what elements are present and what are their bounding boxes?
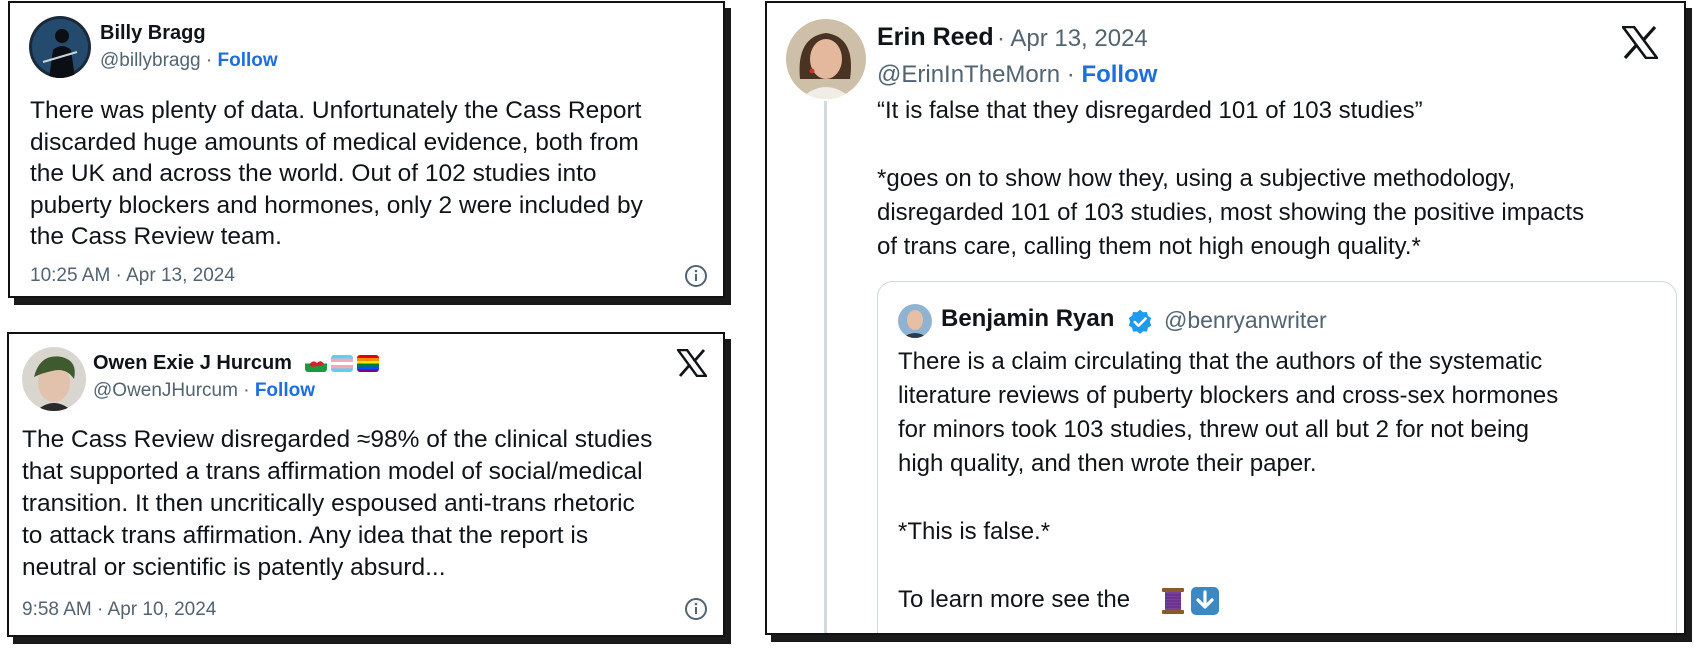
x-logo-icon[interactable]	[1620, 25, 1660, 64]
quoted-author-name[interactable]: Benjamin Ryan	[941, 305, 1114, 333]
tweet-card-bragg: Billy Bragg @billybragg · Follow There w…	[8, 1, 725, 298]
transgender-flag-icon	[331, 355, 353, 372]
quoted-tweet-text: There is a claim circulating that the au…	[898, 348, 1559, 613]
tweet-timestamp[interactable]: 9:58 AM · Apr 10, 2024	[22, 599, 216, 621]
tweet-date[interactable]: · Apr 13, 2024	[997, 25, 1148, 53]
follow-button[interactable]: Follow	[255, 380, 315, 401]
quoted-author-handle[interactable]: @benryanwriter	[1164, 307, 1327, 334]
down-arrow-icon	[1190, 586, 1220, 621]
separator: ·	[1066, 61, 1075, 88]
avatar[interactable]	[29, 16, 91, 78]
quoted-avatar[interactable]	[898, 304, 932, 338]
handle-line: @billybragg · Follow	[100, 50, 278, 72]
tweet-text: The Cass Review disregarded ≈98% of the …	[22, 426, 653, 581]
avatar[interactable]	[786, 19, 866, 99]
author-handle[interactable]: @OwenJHurcum	[93, 380, 238, 401]
author-handle[interactable]: @billybragg	[100, 50, 201, 71]
rainbow-flag-icon	[357, 355, 379, 372]
handle-line: @OwenJHurcum · Follow	[93, 380, 315, 402]
tweet-card-reed: Erin Reed · Apr 13, 2024 @ErinInTheMorn …	[765, 1, 1686, 635]
flag-emojis	[305, 355, 379, 372]
handle-line: @ErinInTheMorn · Follow	[877, 61, 1157, 89]
separator: ·	[243, 380, 250, 401]
tweet-text: “It is false that they disregarded 101 o…	[877, 97, 1585, 260]
author-name[interactable]: Owen Exie J Hurcum	[93, 352, 292, 375]
x-logo-icon[interactable]	[675, 348, 709, 382]
follow-button[interactable]: Follow	[218, 50, 278, 71]
info-icon[interactable]	[684, 597, 708, 626]
verified-badge-icon	[1126, 308, 1154, 341]
author-name[interactable]: Erin Reed	[877, 23, 994, 52]
wales-flag-icon	[305, 355, 327, 372]
separator: ·	[205, 50, 213, 71]
author-name[interactable]: Billy Bragg	[100, 22, 206, 45]
avatar[interactable]	[22, 347, 86, 411]
tweet-timestamp[interactable]: 10:25 AM · Apr 13, 2024	[30, 265, 235, 287]
author-handle[interactable]: @ErinInTheMorn	[877, 61, 1060, 88]
info-icon[interactable]	[684, 264, 708, 293]
thread-line	[824, 101, 827, 633]
tweet-card-hurcum: Owen Exie J Hurcum @OwenJHurcum · Follow…	[7, 332, 725, 637]
quoted-emojis	[1160, 586, 1220, 621]
follow-button[interactable]: Follow	[1081, 61, 1157, 88]
tweet-text: There was plenty of data. Unfortunately …	[30, 97, 643, 250]
quoted-tweet[interactable]: Benjamin Ryan @benryanwriter There is a …	[877, 281, 1677, 633]
thread-spool-icon	[1160, 586, 1186, 621]
